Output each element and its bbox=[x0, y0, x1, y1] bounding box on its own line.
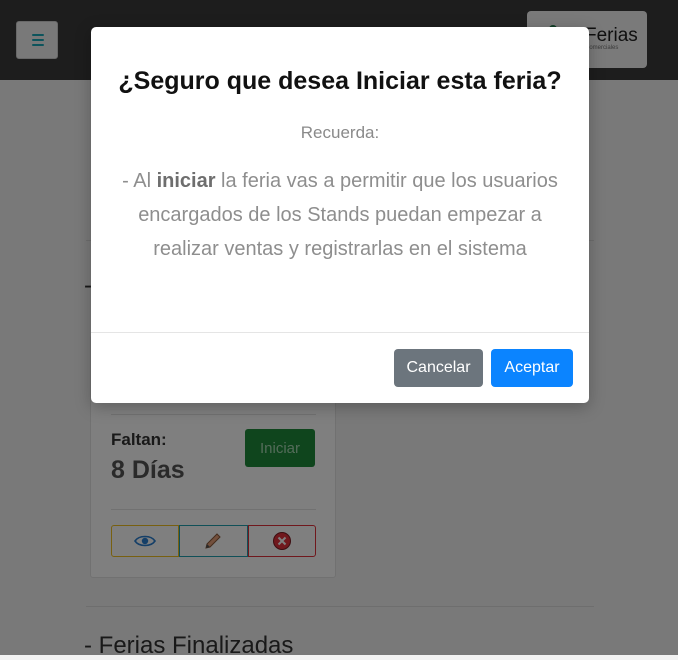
dialog-message-emphasis: iniciar bbox=[156, 170, 216, 192]
dialog-footer-divider bbox=[91, 332, 589, 333]
dialog-subtitle: Recuerda: bbox=[300, 123, 380, 142]
confirm-start-dialog: ¿Seguro que desea Iniciar esta feria? Re… bbox=[91, 27, 589, 403]
accept-button[interactable]: Aceptar bbox=[491, 349, 573, 387]
dialog-message: - Al iniciar la feria vas a permitir que… bbox=[115, 164, 565, 266]
cancel-button[interactable]: Cancelar bbox=[394, 349, 483, 387]
dialog-title: ¿Seguro que desea Iniciar esta feria? bbox=[118, 67, 562, 95]
dialog-message-prefix: - Al bbox=[122, 170, 157, 192]
